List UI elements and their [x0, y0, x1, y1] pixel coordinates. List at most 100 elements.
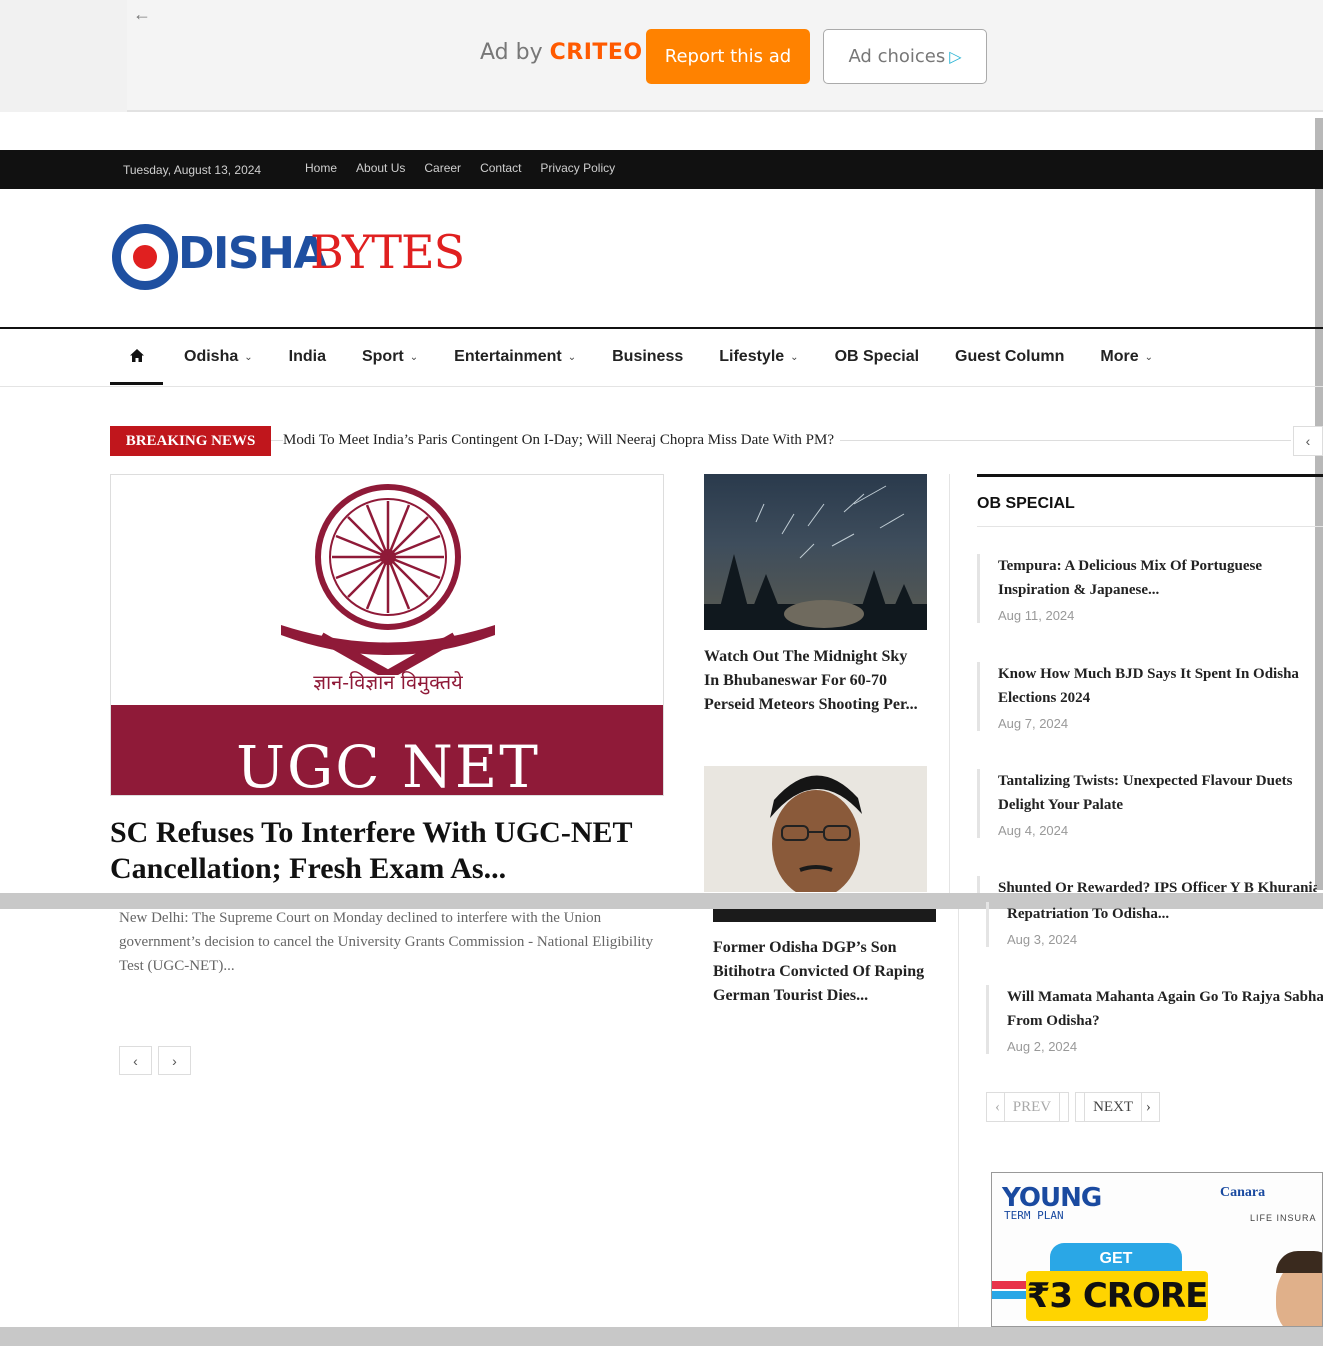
meteor-photo — [704, 485, 927, 630]
report-ad-button[interactable]: Report this ad — [646, 29, 810, 84]
sidebar-item[interactable]: Shunted Or Rewarded? IPS Officer Y B Khu… — [977, 876, 1317, 893]
sidebar-item-title-cont: Delight Your Palate — [998, 797, 1123, 813]
ashoka-chakra-emblem — [281, 484, 495, 675]
top-nav-career[interactable]: Career — [424, 161, 461, 175]
nav-item-label: Business — [612, 348, 684, 365]
ad-choices-triangle-icon: ▷ — [949, 47, 962, 66]
sidebar-item-date: Aug 4, 2024 — [998, 823, 1069, 838]
ad-brand-sub: LIFE INSURA — [1250, 1213, 1317, 1223]
chevron-down-icon: ⌄ — [567, 351, 577, 363]
ad-by-criteo: Ad by CRITEO — [480, 40, 643, 65]
nav-item-label: OB Special — [834, 348, 920, 365]
nav-item-business[interactable]: Business — [612, 348, 683, 366]
top-nav: Home About Us Career Contact Privacy Pol… — [305, 161, 615, 175]
nav-item-india[interactable]: India — [289, 348, 326, 366]
nav-item-label: Odisha — [184, 348, 239, 365]
ad-choices-label: Ad choices — [848, 46, 946, 67]
nav-item-entertainment[interactable]: Entertainment ⌄ — [454, 348, 576, 366]
chevron-right-icon[interactable]: › — [158, 1046, 191, 1075]
prev-button[interactable]: ‹ PREV — [986, 1092, 1070, 1122]
criteo-logo: CRITEO — [549, 40, 643, 65]
site-logo[interactable]: DISHA BYTES — [110, 218, 490, 298]
main-nav: Odisha ⌄ India Sport ⌄ Entertainment ⌄ B… — [0, 327, 1323, 387]
breaking-news-ticker: BREAKING NEWS Modi To Meet India’s Paris… — [110, 426, 1323, 457]
portrait-image-bottom — [713, 909, 936, 922]
meteor-sky-image[interactable] — [704, 474, 927, 630]
nav-item-label: More — [1100, 348, 1139, 365]
sidebar-item-title-cont: Elections 2024 — [998, 690, 1091, 706]
sidebar-item-title: Tantalizing Twists: Unexpected Flavour D… — [998, 773, 1293, 789]
home-icon — [129, 349, 144, 362]
sidebar-item-title: Know How Much BJD Says It Spent In Odish… — [998, 666, 1299, 682]
breaking-headline-link[interactable]: Modi To Meet India’s Paris Contingent On… — [283, 432, 841, 449]
sidebar-item[interactable]: Will Mamata Mahanta Again Go To Rajya Sa… — [986, 985, 1323, 1054]
ad-person-hair — [1276, 1251, 1322, 1273]
nav-item-label: Lifestyle — [719, 348, 785, 365]
chevron-left-icon[interactable]: ‹ — [1293, 426, 1323, 456]
ad-by-prefix: Ad by — [480, 40, 543, 65]
chevron-left-icon[interactable]: ‹ — [119, 1046, 152, 1075]
sidebar-item-date: Aug 11, 2024 — [998, 608, 1075, 623]
portrait-photo — [770, 775, 862, 892]
canara-logo: Canara — [1220, 1185, 1266, 1200]
top-nav-about[interactable]: About Us — [356, 161, 405, 175]
nav-item-guest-column[interactable]: Guest Column — [955, 348, 1064, 366]
ad-amount: ₹3 CRORE — [1026, 1271, 1208, 1321]
sidebar-item-continued[interactable]: Repatriation To Odisha... Aug 3, 2024 — [986, 902, 1323, 947]
column-divider — [949, 474, 950, 893]
sidebar-item-title-cont: Repatriation To Odisha... — [1007, 906, 1170, 922]
sidebar-advertisement[interactable]: YOUNG TERM PLAN Canara LIFE INSURA GET ₹… — [991, 1172, 1323, 1327]
sidebar-item-date: Aug 2, 2024 — [1007, 1039, 1078, 1054]
story-headline[interactable]: Watch Out The Midnight Sky In Bhubaneswa… — [704, 645, 919, 717]
top-nav-privacy[interactable]: Privacy Policy — [540, 161, 615, 175]
prev-label: PREV — [1003, 1092, 1061, 1122]
chevron-down-icon: ⌄ — [244, 351, 253, 363]
logo-text-disha: DISHA — [178, 228, 327, 279]
sidebar-item-date: Aug 7, 2024 — [998, 716, 1069, 731]
sidebar-pager: ‹ PREV NEXT › — [986, 1092, 1160, 1122]
sidebar-item[interactable]: Know How Much BJD Says It Spent In Odish… — [977, 662, 1317, 731]
next-label: NEXT — [1084, 1092, 1143, 1122]
nav-item-sport[interactable]: Sport ⌄ — [362, 348, 418, 366]
nav-home[interactable] — [110, 329, 163, 385]
ad-bar-left-panel — [0, 0, 127, 112]
featured-headline[interactable]: SC Refuses To Interfere With UGC-NET Can… — [110, 815, 670, 887]
image-caption-text: UGC NET — [236, 733, 540, 796]
sidebar-item[interactable]: Tempura: A Delicious Mix Of Portuguese I… — [977, 554, 1317, 623]
nav-item-ob-special[interactable]: OB Special — [835, 348, 919, 366]
chevron-down-icon: ⌄ — [790, 351, 799, 363]
nav-item-lifestyle[interactable]: Lifestyle ⌄ — [719, 348, 798, 366]
sidebar-item-title: Shunted Or Rewarded? IPS Officer Y B Khu… — [998, 880, 1317, 893]
sidebar-item-date: Aug 3, 2024 — [1007, 932, 1078, 947]
logo-red-dot — [133, 245, 157, 269]
story-headline[interactable]: Former Odisha DGP’s Son Bitihotra Convic… — [713, 936, 928, 1008]
featured-excerpt: New Delhi: The Supreme Court on Monday d… — [119, 910, 654, 974]
featured-image[interactable]: ज्ञान-विज्ञान विमुक्तये UGC NET — [110, 474, 664, 796]
featured-pager: ‹ › — [119, 1046, 191, 1075]
sidebar-item[interactable]: Tantalizing Twists: Unexpected Flavour D… — [977, 769, 1317, 838]
nav-item-odisha[interactable]: Odisha ⌄ — [184, 348, 253, 366]
ob-special-heading: OB SPECIAL — [977, 495, 1075, 512]
sidebar-item-title: Tempura: A Delicious Mix Of Portuguese — [998, 558, 1263, 574]
portrait-image[interactable] — [704, 766, 927, 892]
top-nav-contact[interactable]: Contact — [480, 161, 521, 175]
ad-bar: ← Ad by CRITEO Report this ad Ad choices… — [0, 0, 1323, 112]
current-date: Tuesday, August 13, 2024 — [123, 163, 262, 177]
breaking-news-label: BREAKING NEWS — [110, 426, 271, 456]
emblem-motto: ज्ञान-विज्ञान विमुक्तये — [313, 670, 463, 694]
nav-item-more[interactable]: More ⌄ — [1100, 348, 1153, 366]
next-button[interactable]: NEXT › — [1075, 1092, 1160, 1122]
nav-item-label: India — [288, 348, 326, 365]
top-nav-home[interactable]: Home — [305, 161, 337, 175]
sidebar-item-title-cont: Inspiration & Japanese... — [998, 582, 1160, 598]
arrow-left-icon[interactable]: ← — [133, 4, 151, 25]
column-divider — [958, 909, 959, 1327]
ob-special-header: OB SPECIAL — [977, 474, 1323, 527]
ad-choices-button[interactable]: Ad choices ▷ — [823, 29, 987, 84]
ad-term-plan-text: TERM PLAN — [1004, 1209, 1064, 1222]
screenshot-bottom-edge — [0, 1327, 1323, 1346]
sidebar-item-title-cont: From Odisha? — [1007, 1013, 1100, 1029]
nav-item-label: Entertainment — [454, 348, 562, 365]
top-bar: Tuesday, August 13, 2024 Home About Us C… — [0, 150, 1323, 189]
chevron-down-icon: ⌄ — [1144, 351, 1154, 363]
